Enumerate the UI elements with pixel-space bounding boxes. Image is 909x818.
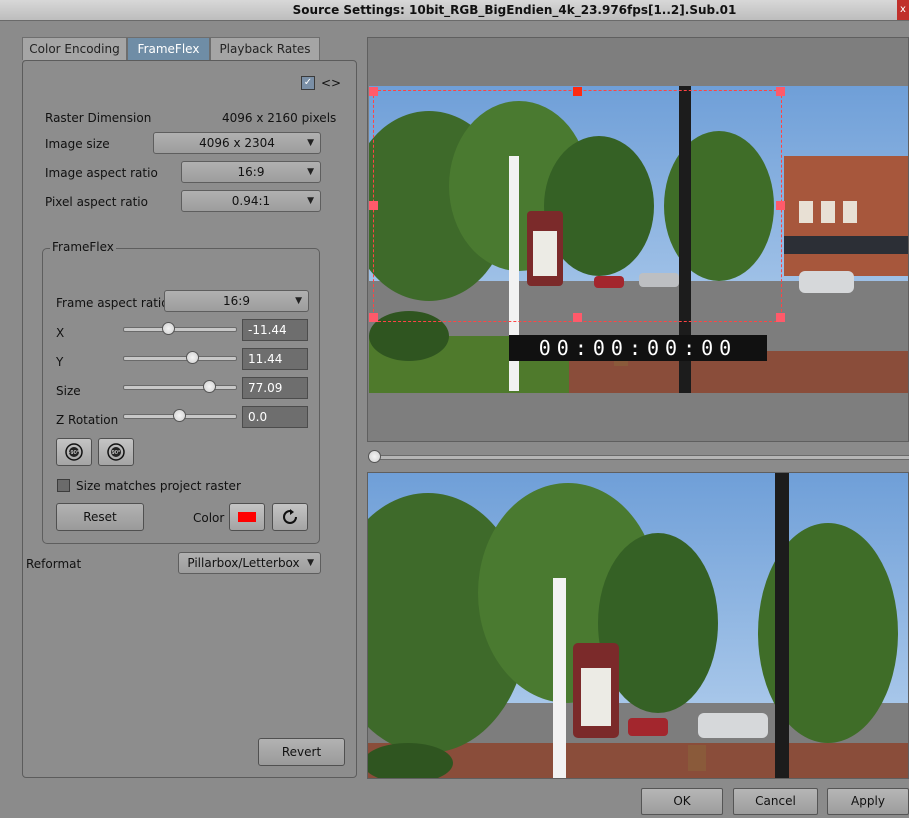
cancel-button[interactable]: Cancel [733, 788, 818, 815]
tab-color-encoding[interactable]: Color Encoding [22, 37, 127, 60]
chevron-down-icon: ▼ [307, 138, 314, 148]
size-slider-track[interactable] [123, 385, 237, 390]
chevron-down-icon: ▼ [307, 196, 314, 206]
crop-handle-tl[interactable] [369, 87, 378, 96]
rotate-right-icon: 90° [107, 443, 125, 461]
color-picker-button[interactable] [272, 503, 308, 531]
close-button[interactable]: x [897, 0, 909, 20]
title-bar: Source Settings: 10bit_RGB_BigEndien_4k_… [0, 0, 909, 21]
crop-handle-left[interactable] [369, 201, 378, 210]
x-input[interactable]: -11.44 [242, 319, 308, 341]
frameflex-crop-box[interactable] [373, 90, 782, 322]
pixel-aspect-value: 0.94:1 [231, 194, 271, 208]
frame-aspect-value: 16:9 [223, 294, 250, 308]
toggle-arrows-icon[interactable]: <> [321, 76, 341, 90]
y-slider-track[interactable] [123, 356, 237, 361]
pixel-aspect-dropdown[interactable]: 0.94:1 ▼ [181, 190, 321, 212]
reformat-dropdown[interactable]: Pillarbox/Letterbox ▼ [178, 552, 321, 574]
eyedropper-icon [283, 509, 297, 524]
color-swatch [238, 512, 256, 522]
source-viewer[interactable]: 00:00:00:00 [367, 37, 909, 442]
x-label: X [56, 326, 65, 340]
rotate-left-glyph: -90° [69, 450, 80, 456]
revert-button[interactable]: Revert [258, 738, 345, 766]
crop-handle-right[interactable] [776, 201, 785, 210]
raster-dimension-value: 4096 x 2160 pixels [222, 111, 337, 125]
output-frame-image [368, 473, 908, 778]
chevron-down-icon: ▼ [307, 167, 314, 177]
chevron-down-icon: ▼ [295, 296, 302, 306]
frameflex-enable-checkbox[interactable]: ✓ [301, 76, 315, 90]
y-label: Y [56, 355, 64, 369]
size-matches-checkbox[interactable] [57, 479, 70, 492]
image-size-value: 4096 x 2304 [199, 136, 275, 150]
scrub-bar-thumb[interactable] [368, 450, 381, 463]
pixel-aspect-label: Pixel aspect ratio [45, 195, 148, 209]
frameflex-group-title: FrameFlex [50, 240, 116, 254]
crop-handle-bottom[interactable] [573, 313, 582, 322]
frame-aspect-dropdown[interactable]: 16:9 ▼ [164, 290, 309, 312]
reformat-value: Pillarbox/Letterbox [187, 556, 300, 570]
crop-handle-top[interactable] [573, 87, 582, 96]
window-title: Source Settings: 10bit_RGB_BigEndien_4k_… [292, 3, 737, 17]
z-rotation-input[interactable]: 0.0 [242, 406, 308, 428]
image-size-label: Image size [45, 137, 110, 151]
image-aspect-value: 16:9 [237, 165, 265, 179]
image-aspect-label: Image aspect ratio [45, 166, 158, 180]
rotate-left-button[interactable]: -90° [56, 438, 92, 466]
rotate-right-button[interactable]: 90° [98, 438, 134, 466]
image-aspect-dropdown[interactable]: 16:9 ▼ [181, 161, 321, 183]
image-size-dropdown[interactable]: 4096 x 2304 ▼ [153, 132, 321, 154]
color-swatch-button[interactable] [229, 503, 265, 531]
tab-playback-rates[interactable]: Playback Rates [210, 37, 320, 60]
x-slider-track[interactable] [123, 327, 237, 332]
size-matches-label: Size matches project raster [76, 479, 241, 493]
y-input[interactable]: 11.44 [242, 348, 308, 370]
color-label: Color [193, 511, 225, 525]
size-label: Size [56, 384, 81, 398]
scrub-bar-track[interactable] [378, 455, 909, 460]
apply-button[interactable]: Apply [827, 788, 909, 815]
timecode-display: 00:00:00:00 [509, 335, 767, 361]
raster-dimension-label: Raster Dimension [45, 111, 152, 125]
reset-button[interactable]: Reset [56, 503, 144, 531]
z-rotation-slider-thumb[interactable] [173, 409, 186, 422]
z-rotation-label: Z Rotation [56, 413, 119, 427]
rotate-left-icon: -90° [65, 443, 83, 461]
output-preview [367, 472, 909, 779]
crop-handle-tr[interactable] [776, 87, 785, 96]
crop-handle-br[interactable] [776, 313, 785, 322]
ok-button[interactable]: OK [641, 788, 723, 815]
crop-handle-bl[interactable] [369, 313, 378, 322]
tab-frameflex[interactable]: FrameFlex [127, 37, 210, 60]
size-input[interactable]: 77.09 [242, 377, 308, 399]
frame-aspect-label: Frame aspect ratio [56, 296, 169, 310]
chevron-down-icon: ▼ [307, 558, 314, 568]
rotate-right-glyph: 90° [112, 450, 121, 456]
reformat-label: Reformat [26, 557, 82, 571]
x-slider-thumb[interactable] [161, 322, 175, 335]
